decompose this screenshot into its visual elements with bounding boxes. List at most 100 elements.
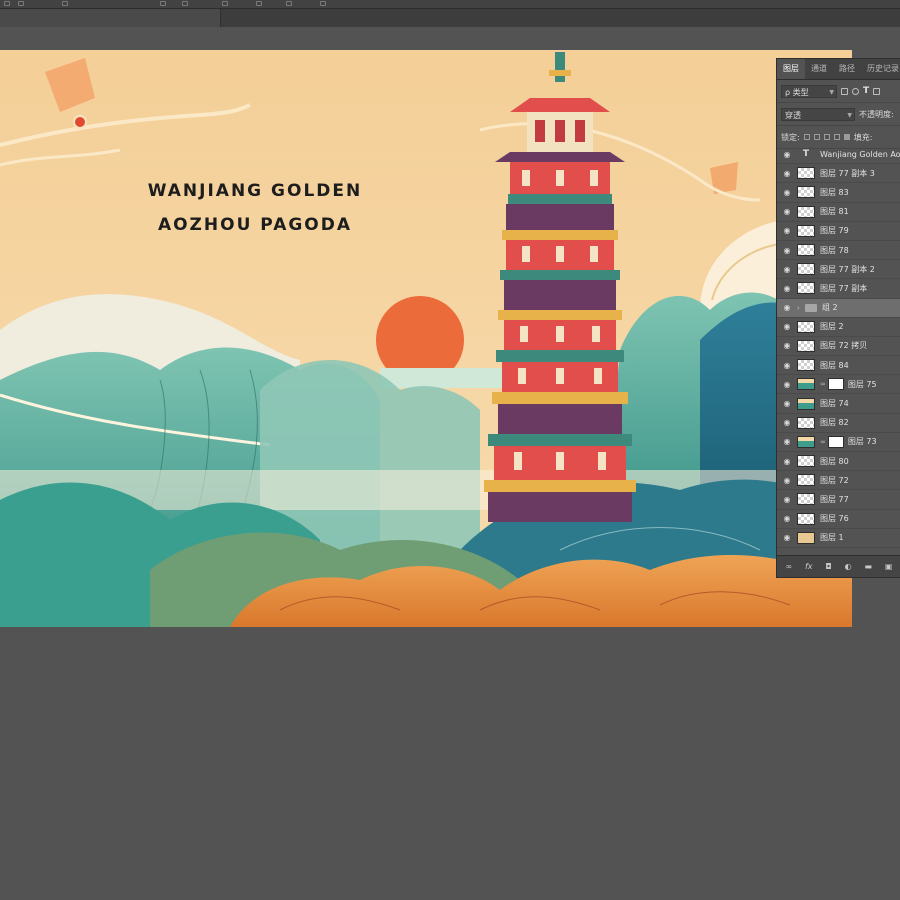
tool-icon[interactable] [4,1,10,6]
chevron-right-icon[interactable]: › [797,304,805,312]
shape-filter-icon[interactable] [873,87,881,95]
eye-icon[interactable]: ◉ [777,495,797,504]
layer-row[interactable]: ◉ ∞ 图层 75 [777,375,900,395]
eye-icon[interactable]: ◉ [777,150,797,159]
lock-pixels-icon[interactable] [813,134,820,140]
layer-mask-thumbnail[interactable] [827,435,844,448]
layer-row[interactable]: ◉ 图层 81 [777,203,900,222]
tool-icon[interactable] [62,1,68,6]
layer-name: 图层 77 副本 3 [820,168,875,178]
layer-row[interactable]: ◉ T Wanjiang Golden Aozhou Pagoda [777,145,900,165]
eye-icon[interactable]: ◉ [777,226,797,235]
eye-icon[interactable]: ◉ [777,533,797,542]
image-filter-icon[interactable] [841,87,848,95]
layer-thumbnail [797,512,815,525]
red-medallion [73,115,87,129]
layer-row[interactable]: ◉ 图层 74 [777,394,900,414]
text-filter-icon[interactable]: T [863,86,869,96]
eye-icon[interactable]: ◉ [777,514,797,523]
layer-name: 图层 2 [820,322,844,332]
layer-row[interactable]: ◉ 图层 77 副本 3 [777,164,900,184]
layer-row[interactable]: ◉ ∞ 图层 73 [777,433,900,452]
tab-channels[interactable]: 通道 [805,59,833,79]
tool-icon[interactable] [222,1,228,6]
new-layer-icon[interactable]: ▣ [885,562,893,571]
layer-row[interactable]: ◉ 图层 76 [777,510,900,529]
eye-icon[interactable]: ◉ [777,418,797,427]
layer-row[interactable]: ◉ 图层 79 [777,222,900,241]
adjustment-icon[interactable]: ◐ [845,562,852,571]
layer-row[interactable]: ◉ 图层 83 [777,183,900,203]
link-icon[interactable]: ∞ [785,562,792,571]
fx-icon[interactable]: fx [805,562,813,571]
layer-row[interactable]: ◉ 图层 72 拷贝 [777,337,900,357]
link-icon: ∞ [820,437,826,446]
layer-thumbnail [797,224,815,237]
layer-name: 图层 72 拷贝 [820,341,868,351]
eye-icon[interactable]: ◉ [777,246,797,255]
eye-icon[interactable]: ◉ [777,322,797,331]
layer-row[interactable]: ◉ 图层 82 [777,414,900,433]
eye-icon[interactable]: ◉ [777,303,797,312]
layer-row[interactable]: ◉ 图层 84 [777,356,900,376]
folder-icon [805,303,817,312]
layer-list: ◉ T Wanjiang Golden Aozhou Pagoda ◉ 图层 7… [777,145,900,548]
layer-row[interactable]: ◉ 图层 1 [777,529,900,548]
tool-icon[interactable] [182,1,188,6]
layer-row[interactable]: ◉ 图层 77 [777,490,900,510]
layer-group-row[interactable]: ◉ › 组 2 [777,298,900,318]
layer-row[interactable]: ◉ 图层 72 [777,471,900,491]
layer-name: 图层 80 [820,456,849,466]
eye-icon[interactable]: ◉ [777,399,797,408]
lock-all-icon[interactable] [843,134,850,140]
layer-row[interactable]: ◉ 图层 78 [777,241,900,261]
document-canvas[interactable]: WANJIANG GOLDEN AOZHOU PAGODA [0,50,852,627]
folder-icon[interactable]: ▬ [864,562,872,571]
lock-artboard-icon[interactable] [833,134,840,140]
tab-layers[interactable]: 图层 [777,59,805,79]
layer-row[interactable]: ◉ 图层 77 副本 2 [777,260,900,280]
layer-thumbnail [797,493,815,506]
tab-history[interactable]: 历史记录 [861,59,900,79]
eye-icon[interactable]: ◉ [777,188,797,197]
text-layer-icon: T [802,149,810,160]
tab-paths[interactable]: 路径 [833,59,861,79]
layer-name: 图层 74 [820,399,849,409]
blend-row: 穿透 ▼ 不透明度: [777,103,900,126]
layers-panel-footer: ∞ fx ◘ ◐ ▬ ▣ [777,555,900,577]
eye-icon[interactable]: ◉ [777,207,797,216]
blend-mode-select[interactable]: 穿透 ▼ [781,107,855,121]
eye-icon[interactable]: ◉ [777,361,797,370]
layer-name: 图层 73 [847,437,877,447]
link-icon: ∞ [820,380,826,389]
document-tab[interactable] [0,9,221,27]
layer-mask-thumbnail[interactable] [827,378,844,391]
tool-icon[interactable] [286,1,292,6]
layer-name: 图层 82 [820,418,849,428]
lock-transparency-icon[interactable] [803,134,810,140]
lock-position-icon[interactable] [823,134,830,140]
eye-icon[interactable]: ◉ [777,437,797,446]
filter-kind-select[interactable]: ρ 类型 ▼ [781,84,837,98]
tool-icon[interactable] [160,1,166,6]
layer-row[interactable]: ◉ 图层 2 [777,318,900,337]
tool-icon[interactable] [320,1,326,6]
layer-row[interactable]: ◉ 图层 80 [777,452,900,472]
layer-name: 图层 81 [820,207,849,217]
layer-filter-row: ρ 类型 ▼ T [777,80,900,103]
eye-icon[interactable]: ◉ [777,457,797,466]
layer-thumbnail [797,186,815,199]
eye-icon[interactable]: ◉ [777,476,797,485]
eye-icon[interactable]: ◉ [777,169,797,178]
layer-thumbnail [797,455,815,468]
layer-row[interactable]: ◉ 图层 77 副本 [777,279,900,299]
tool-icon[interactable] [256,1,262,6]
adjustment-filter-icon[interactable] [852,87,859,95]
eye-icon[interactable]: ◉ [777,284,797,293]
eye-icon[interactable]: ◉ [777,341,797,350]
eye-icon[interactable]: ◉ [777,380,797,389]
eye-icon[interactable]: ◉ [777,265,797,274]
tool-icon[interactable] [18,1,24,6]
mask-icon[interactable]: ◘ [825,562,831,571]
artwork-title-line-2: AOZHOU PAGODA [157,215,353,235]
